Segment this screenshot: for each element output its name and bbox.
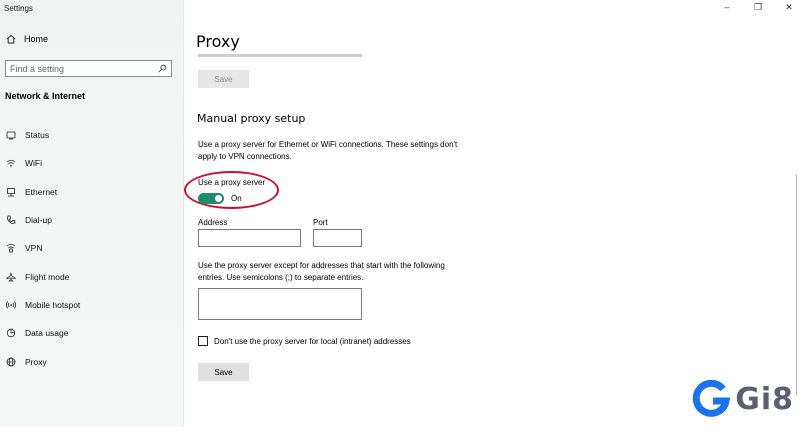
sidebar-item-proxy[interactable]: Proxy	[6, 347, 80, 375]
sidebar-item-label: Data usage	[25, 328, 69, 339]
ethernet-icon	[6, 187, 16, 197]
sidebar-item-label: Mobile hotspot	[25, 299, 81, 310]
main-content: – ❐ ✕ Proxy Save Manual proxy setup Use …	[184, 0, 800, 427]
section-title: Network & Internet	[5, 91, 86, 101]
watermark-logo: Gi8	[691, 379, 794, 419]
local-bypass-row[interactable]: Don't use the proxy server for local (in…	[198, 336, 411, 346]
sidebar-item-dial-up[interactable]: Dial-up	[6, 206, 80, 234]
sidebar-item-label: Proxy	[25, 356, 47, 367]
page-title: Proxy	[196, 32, 240, 51]
logo-text: Gi8	[735, 381, 794, 417]
search-icon[interactable]	[158, 64, 167, 73]
address-label: Address	[198, 218, 228, 227]
exceptions-textarea[interactable]	[198, 288, 362, 320]
app-title: Settings	[4, 4, 33, 13]
address-input[interactable]	[198, 229, 301, 247]
minimize-button[interactable]: –	[722, 2, 732, 13]
toggle-state: On	[231, 194, 242, 203]
search-box[interactable]	[5, 60, 172, 77]
airplane-icon	[6, 272, 16, 282]
toggle-label: Use a proxy server	[198, 178, 266, 187]
logo-g-icon	[692, 379, 731, 417]
proxy-toggle[interactable]	[198, 193, 224, 204]
local-bypass-label: Don't use the proxy server for local (in…	[214, 336, 411, 346]
wifi-icon	[6, 158, 16, 168]
save-button-bottom[interactable]: Save	[198, 363, 249, 381]
globe-status-icon	[6, 130, 16, 140]
exceptions-description: Use the proxy server except for addresse…	[198, 261, 445, 282]
home-label: Home	[24, 34, 49, 44]
sidebar-item-data-usage[interactable]: Data usage	[6, 319, 80, 347]
manual-proxy-description: Use a proxy server for Ethernet or WiFi …	[198, 140, 458, 161]
sidebar-item-label: Dial-up	[25, 215, 52, 226]
sidebar-item-ethernet[interactable]: Ethernet	[6, 178, 80, 206]
sidebar-item-flight-mode[interactable]: Flight mode	[6, 262, 80, 290]
home-icon	[6, 34, 16, 44]
annotation-ellipse	[184, 171, 279, 209]
sidebar-item-label: VPN	[25, 243, 43, 254]
port-label: Port	[313, 218, 328, 227]
sidebar-item-label: Status	[25, 130, 50, 141]
window-controls: – ❐ ✕	[722, 2, 794, 13]
sidebar-item-label: WiFi	[25, 158, 42, 169]
data-usage-icon	[6, 328, 16, 338]
globe-icon	[6, 357, 16, 367]
nav-home[interactable]: Home	[6, 34, 48, 44]
search-input[interactable]	[10, 63, 150, 74]
sidebar-item-status[interactable]: Status	[6, 121, 80, 149]
sidebar-item-label: Ethernet	[25, 186, 58, 197]
close-button[interactable]: ✕	[784, 2, 794, 13]
sidebar-item-label: Flight mode	[25, 271, 70, 282]
sidebar: Settings Home Network & Internet Status …	[0, 0, 184, 427]
port-input[interactable]	[313, 229, 362, 247]
dial-up-icon	[6, 215, 16, 225]
hotspot-icon	[6, 300, 16, 310]
vpn-icon	[6, 243, 16, 253]
nav-list: Status WiFi Ethernet Dial-up VPN Flight …	[6, 121, 80, 376]
local-bypass-checkbox[interactable]	[198, 336, 208, 346]
manual-proxy-title: Manual proxy setup	[197, 112, 306, 125]
save-button-top[interactable]: Save	[198, 70, 249, 88]
sidebar-item-wifi[interactable]: WiFi	[6, 149, 80, 177]
progress-bar	[198, 54, 362, 57]
restore-button[interactable]: ❐	[753, 2, 763, 13]
sidebar-item-mobile-hotspot[interactable]: Mobile hotspot	[6, 291, 80, 319]
scrollbar[interactable]	[796, 175, 797, 395]
sidebar-item-vpn[interactable]: VPN	[6, 234, 80, 262]
